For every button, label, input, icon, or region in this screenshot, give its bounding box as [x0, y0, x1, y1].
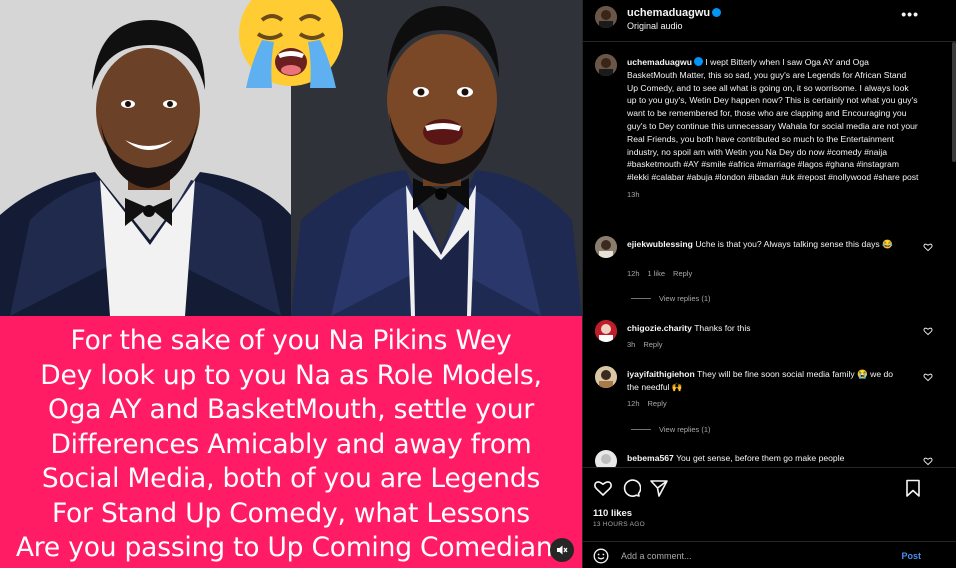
avatar[interactable] — [595, 6, 617, 28]
comment-username[interactable]: chigozie.charity — [627, 323, 692, 333]
heart-icon[interactable] — [923, 456, 933, 466]
comment-text: chigozie.charity Thanks for this — [627, 322, 905, 335]
heart-icon[interactable] — [923, 326, 933, 336]
view-replies-label[interactable]: View replies (1) — [659, 425, 711, 434]
verified-badge-icon — [712, 8, 722, 17]
comment-likes[interactable]: 1 like — [648, 269, 666, 278]
caption-line: For the sake of you Na Pikins Wey — [70, 325, 512, 356]
caption-line: For Stand Up Comedy, what Lessons — [51, 497, 531, 529]
author-username-text[interactable]: uchemaduagwu — [627, 7, 710, 19]
comment-meta: 12h Reply — [627, 399, 675, 408]
comment-text: bebema567 You get sense, before them go … — [627, 452, 905, 465]
comment-time: 12h — [627, 269, 640, 278]
comments-scroll-area[interactable]: uchemaduagwu I wept Bitterly when I saw … — [583, 42, 953, 467]
reply-button[interactable]: Reply — [673, 269, 692, 278]
comment-input[interactable] — [621, 548, 891, 564]
view-replies-button[interactable]: View replies (1) — [631, 294, 711, 303]
bookmark-icon[interactable] — [903, 478, 923, 498]
avatar[interactable] — [595, 236, 617, 258]
avatar[interactable] — [595, 320, 617, 342]
avatar[interactable] — [595, 54, 617, 76]
heart-icon[interactable] — [923, 372, 933, 382]
post-header: uchemaduagwu Original audio ••• — [583, 0, 956, 42]
caption-line: Oga AY and BasketMouth, settle your — [47, 394, 535, 425]
loudly-crying-face-icon — [232, 0, 350, 88]
comment-body: Thanks for this — [694, 323, 751, 333]
comment-meta: 3h Reply — [627, 340, 671, 349]
view-replies-label[interactable]: View replies (1) — [659, 294, 711, 303]
comment-time: 3h — [627, 340, 636, 349]
reply-button[interactable]: Reply — [648, 399, 667, 408]
comment-body: You get sense, before them go make peopl… — [676, 453, 845, 463]
caption-line: Social Media, both of you are Legends — [41, 463, 541, 494]
post-media[interactable]: For the sake of you Na Pikins Wey Dey lo… — [0, 0, 582, 568]
comment-icon[interactable] — [621, 478, 641, 498]
post-panel: uchemaduagwu Original audio ••• uchemadu… — [582, 0, 956, 568]
mute-button[interactable] — [550, 538, 574, 562]
comment-text: iyayifaithigiehon They will be fine soon… — [627, 368, 905, 394]
divider — [631, 298, 651, 299]
more-options-icon[interactable]: ••• — [901, 6, 919, 22]
comment-text: ejiekwublessing Uche is that you? Always… — [627, 238, 905, 251]
comment-username[interactable]: iyayifaithigiehon — [627, 369, 695, 379]
muted-speaker-icon — [557, 545, 568, 555]
comment-body: Uche is that you? Always talking sense t… — [695, 239, 893, 249]
caption-time: 13h — [627, 189, 640, 199]
caption-body: uchemaduagwu I wept Bitterly when I saw … — [627, 56, 919, 202]
comment-meta: 12h 1 like Reply — [627, 269, 700, 278]
post-button[interactable]: Post — [901, 551, 921, 561]
comment-time: 12h — [627, 399, 640, 408]
caption-line: Dey look up to you Na as Role Models, — [40, 359, 542, 391]
avatar[interactable] — [595, 450, 617, 467]
caption-text: I wept Bitterly when I saw Oga AY and Og… — [627, 57, 919, 183]
post-time: 13 HOURS AGO — [593, 521, 646, 528]
view-replies-button[interactable]: View replies (1) — [631, 425, 711, 434]
comment-username[interactable]: ejiekwublessing — [627, 239, 693, 249]
smiley-icon[interactable] — [593, 548, 609, 564]
reply-button[interactable]: Reply — [643, 340, 662, 349]
heart-icon[interactable] — [923, 242, 933, 252]
divider — [631, 429, 651, 430]
caption-line: Are you passing to Up Coming Comedians — [15, 532, 567, 563]
avatar[interactable] — [595, 366, 617, 388]
action-bar — [583, 467, 956, 509]
scrollbar[interactable] — [952, 42, 956, 467]
send-icon[interactable] — [649, 478, 669, 498]
scrollbar-thumb[interactable] — [952, 42, 956, 162]
caption-line: Differences Amicably and away from — [50, 428, 532, 460]
add-comment-bar: Post — [583, 541, 956, 568]
caption-username[interactable]: uchemaduagwu — [627, 57, 692, 67]
heart-icon[interactable] — [593, 478, 613, 498]
comment-username[interactable]: bebema567 — [627, 453, 674, 463]
caption-card: For the sake of you Na Pikins Wey Dey lo… — [0, 316, 582, 568]
author-username[interactable]: uchemaduagwu — [627, 7, 722, 19]
likes-count[interactable]: 110 likes — [593, 508, 632, 519]
verified-badge-icon — [693, 57, 703, 66]
original-audio-link[interactable]: Original audio — [627, 21, 683, 31]
